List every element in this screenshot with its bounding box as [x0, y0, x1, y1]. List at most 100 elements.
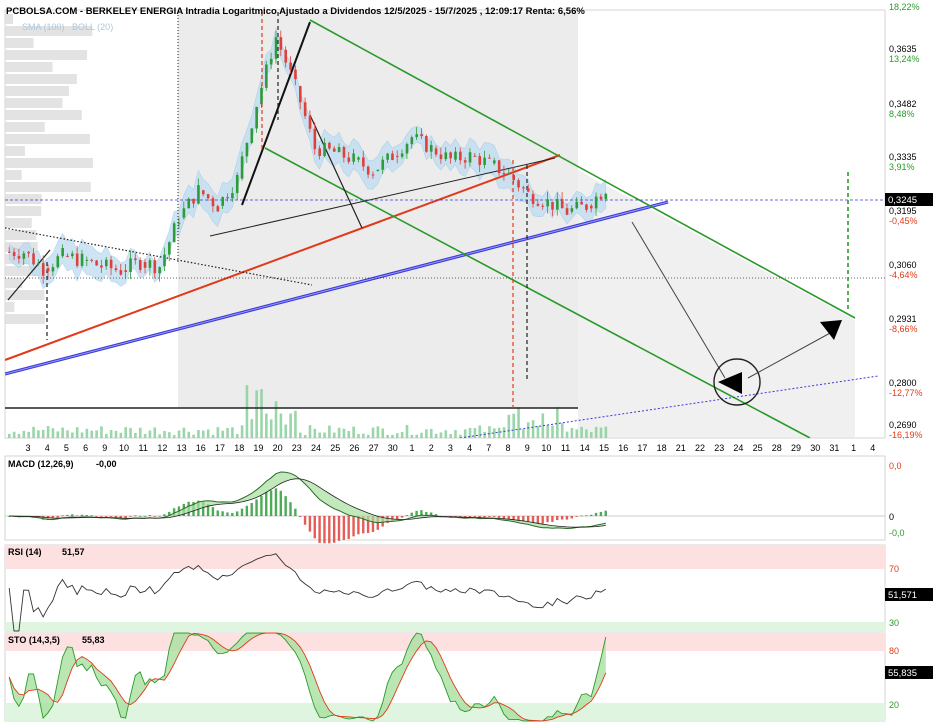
volume-bar	[546, 425, 549, 438]
candle-body	[12, 251, 16, 257]
x-axis-tick-label: 5	[64, 443, 69, 453]
volume-profile-bar	[5, 74, 77, 84]
volume-bar	[61, 427, 64, 438]
macd-histogram-bar	[347, 516, 350, 539]
volume-bar	[235, 434, 239, 438]
volume-bar	[323, 432, 326, 438]
volume-bar	[27, 431, 30, 438]
volume-bar	[366, 434, 370, 438]
volume-bar	[328, 425, 331, 438]
macd-histogram-bar	[551, 516, 554, 522]
volume-bar	[8, 433, 11, 438]
y-axis-price-label: 0,3335	[889, 152, 917, 162]
volume-bar	[17, 433, 21, 438]
volume-bar	[231, 427, 234, 438]
x-axis-tick-label: 9	[525, 443, 530, 453]
candle-body	[570, 208, 574, 212]
candle-body	[124, 270, 127, 273]
volume-bar	[260, 389, 263, 438]
volume-bar	[211, 434, 215, 438]
macd-histogram-bar	[153, 516, 156, 517]
volume-bar	[565, 431, 569, 438]
volume-bar	[342, 428, 346, 438]
macd-plot-area	[4, 455, 886, 541]
volume-bar	[357, 434, 360, 438]
candle-body	[8, 251, 11, 253]
candle-body	[51, 267, 55, 272]
x-axis-tick-label: 11	[139, 443, 148, 453]
volume-bar	[400, 432, 404, 438]
x-axis-tick-label: 2	[429, 443, 434, 453]
volume-bar	[507, 414, 511, 438]
x-axis-tick-label: 22	[695, 443, 705, 453]
macd-histogram-bar	[158, 515, 161, 517]
x-axis-tick-label: 12	[157, 443, 167, 453]
candle-body	[560, 199, 564, 209]
macd-histogram-bar	[114, 516, 118, 518]
volume-bar	[332, 432, 336, 438]
volume-bar	[308, 425, 312, 438]
macd-histogram-bar	[536, 516, 540, 524]
sto-panel: STO (14,3,5) 55,83 80 20 55,835	[4, 632, 933, 722]
x-axis-tick-label: 23	[292, 443, 302, 453]
candle-body	[599, 196, 603, 200]
volume-profile-bar	[5, 290, 45, 300]
volume-profile-bar	[5, 158, 93, 168]
volume-bar	[109, 430, 113, 438]
volume-bar	[221, 430, 224, 438]
candle-body	[590, 205, 593, 209]
volume-bar	[177, 430, 181, 438]
candle-body	[405, 144, 409, 154]
macd-histogram-bar	[240, 508, 244, 516]
candle-body	[109, 259, 113, 269]
macd-histogram-bar	[575, 516, 578, 517]
volume-bar	[376, 426, 380, 438]
candle-body	[231, 193, 234, 199]
volume-bar	[318, 432, 321, 438]
candle-body	[541, 205, 545, 207]
volume-bar	[192, 434, 195, 438]
candle-body	[32, 253, 35, 265]
x-axis-tick-label: 4	[45, 443, 50, 453]
volume-bar	[80, 432, 84, 438]
candle-body	[250, 128, 254, 143]
sto-axis-20: 20	[889, 700, 899, 710]
volume-bar	[134, 432, 137, 438]
x-axis-tick-label: 21	[676, 443, 686, 453]
candle-body	[415, 134, 418, 138]
volume-bar	[100, 426, 103, 438]
volume-bar	[444, 430, 448, 438]
volume-bar	[590, 432, 593, 438]
macd-histogram-bar	[105, 516, 108, 517]
x-axis-tick-label: 1	[851, 443, 856, 453]
y-axis-pct-label: -4,64%	[889, 270, 918, 280]
x-axis-tick-label: 27	[369, 443, 379, 453]
x-axis-tick-label: 1	[409, 443, 414, 453]
candle-body	[192, 198, 195, 204]
volume-bar	[265, 413, 268, 438]
volume-bar	[95, 430, 98, 438]
candle-body	[66, 255, 69, 257]
x-axis-tick-label: 16	[196, 443, 206, 453]
sto-axis-80: 80	[889, 646, 899, 656]
macd-histogram-bar	[90, 515, 93, 517]
x-axis-tick-label: 26	[349, 443, 359, 453]
volume-bar	[560, 423, 564, 438]
macd-histogram-bar	[585, 515, 588, 517]
macd-histogram-bar	[328, 516, 331, 544]
candle-body	[323, 142, 326, 157]
candle-body	[303, 102, 307, 117]
candle-body	[187, 198, 191, 209]
volume-bar	[526, 422, 530, 438]
macd-histogram-bar	[473, 516, 476, 517]
candle-body	[459, 151, 462, 161]
rsi-overbought-zone	[5, 545, 885, 569]
macd-histogram-bar	[124, 516, 127, 519]
macd-histogram-bar	[323, 516, 326, 544]
macd-histogram-bar	[95, 516, 98, 517]
x-axis-tick-label: 17	[215, 443, 225, 453]
volume-bar	[51, 428, 55, 438]
candle-body	[449, 152, 452, 159]
macd-label: MACD (12,26,9)	[8, 459, 74, 469]
candle-body	[362, 157, 365, 167]
